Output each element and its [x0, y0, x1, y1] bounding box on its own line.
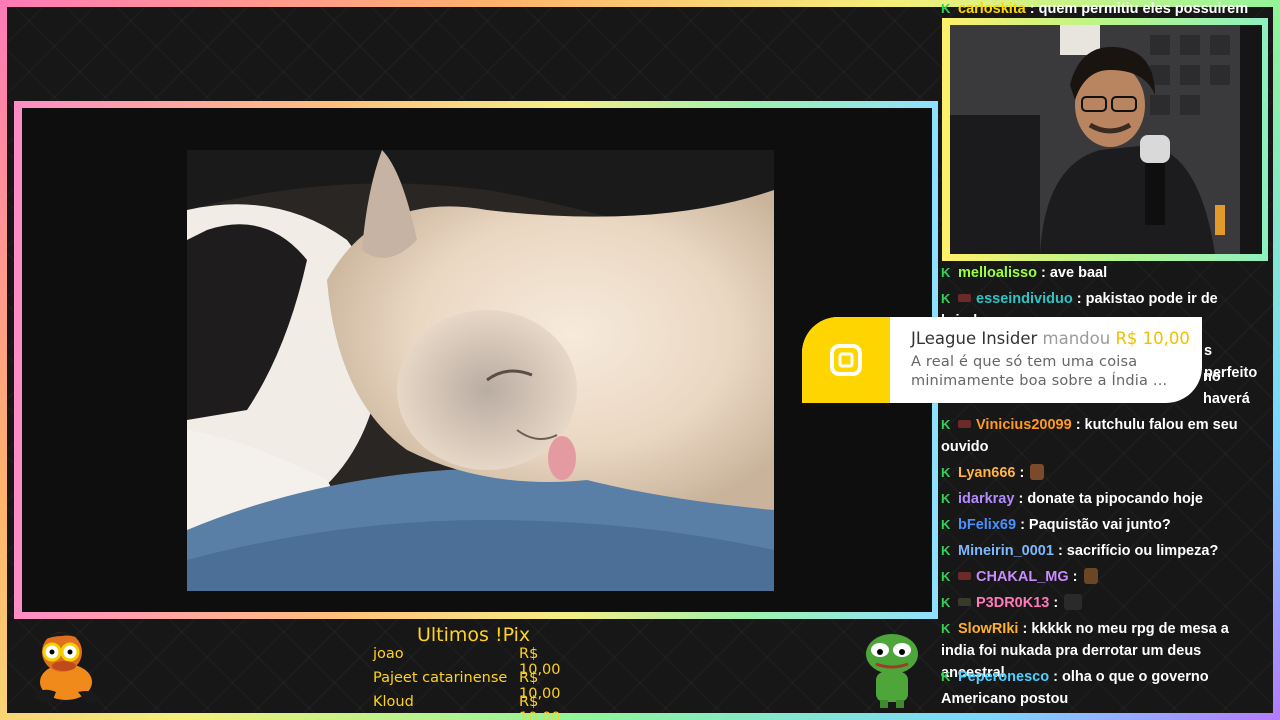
- kick-badge-icon: K: [941, 417, 951, 432]
- pix-amount: R$ 10,00: [519, 694, 561, 720]
- chat-message: KbFelix69 : Paquistão vai junto?: [941, 514, 1266, 536]
- chat-message: K Lyan666 :: [941, 462, 1266, 484]
- chat-message: Kcarloskita : quem permitiu eles possuir…: [941, 0, 1266, 20]
- donation-alert: JLeague Insider mandou R$ 10,00 A real é…: [802, 317, 1202, 403]
- kick-badge-icon: K: [941, 291, 951, 306]
- chat-username[interactable]: Lyan666: [958, 465, 1016, 481]
- chat-text: :: [1053, 595, 1059, 611]
- chat-username[interactable]: P3DR0K13: [976, 595, 1049, 611]
- pix-donor-name: Pajeet catarinense: [373, 670, 508, 686]
- pix-row: joao R$ 10,00: [373, 646, 583, 678]
- kick-badge-icon: K: [941, 491, 951, 506]
- kick-badge-icon: K: [941, 543, 951, 558]
- subscriber-badge-icon: [958, 598, 971, 606]
- chat-message: K Peperonesco : olha o que o governo Amer…: [941, 666, 1266, 710]
- chat-message: K P3DR0K13 :: [941, 592, 1266, 614]
- alert-verb: mandou: [1042, 329, 1111, 348]
- emote-icon: [1030, 464, 1045, 480]
- alert-donor: JLeague Insider: [911, 329, 1038, 348]
- pix-row: Pajeet catarinense R$ 10,00: [373, 670, 583, 702]
- emote-icon: [1083, 568, 1098, 584]
- chat-message: Kmelloalisso : ave baal: [941, 262, 1266, 284]
- kick-badge-icon: K: [941, 465, 951, 480]
- alert-amount: R$ 10,00: [1115, 329, 1190, 348]
- chat-username[interactable]: bFelix69: [958, 517, 1016, 533]
- pix-donor-name: Kloud: [373, 694, 414, 710]
- kick-badge-icon: K: [941, 669, 951, 684]
- chat-username[interactable]: Peperonesco: [958, 669, 1049, 685]
- pix-logo-icon: [802, 317, 890, 403]
- chat-text: : sacrifício ou limpeza?: [1057, 543, 1219, 559]
- chat-username[interactable]: carloskita: [958, 1, 1026, 17]
- chat-username[interactable]: Mineirin_0001: [958, 543, 1054, 559]
- chat-text: :: [1019, 465, 1025, 481]
- chat-message: Kidarkray : donate ta pipocando hoje: [941, 488, 1266, 510]
- chat-username[interactable]: CHAKAL_MG: [976, 569, 1069, 585]
- chat-username[interactable]: melloalisso: [958, 265, 1037, 281]
- kick-badge-icon: K: [941, 595, 951, 610]
- pepe-frog-mascot-icon: [862, 630, 922, 710]
- pix-donor-name: joao: [373, 646, 404, 662]
- chat-username[interactable]: idarkray: [958, 491, 1014, 507]
- chat-username[interactable]: SlowRIki: [958, 621, 1018, 637]
- chat-text: : quem permitiu eles possuirem: [1029, 1, 1249, 17]
- kick-badge-icon: K: [941, 569, 951, 584]
- chat-message: K Vinicius20099 : kutchulu falou em seu o…: [941, 414, 1266, 458]
- chat-username[interactable]: Vinicius20099: [976, 417, 1072, 433]
- chat-text: : ave baal: [1041, 265, 1108, 281]
- chat-text: : Paquistão vai junto?: [1020, 517, 1171, 533]
- subscriber-badge-icon: [958, 420, 971, 428]
- chat-text: :: [1072, 569, 1078, 585]
- chat-message: K Mineirin_0001 : sacrifício ou limpeza?: [941, 540, 1266, 562]
- chat-message: K CHAKAL_MG :: [941, 566, 1266, 588]
- kick-badge-icon: K: [941, 1, 951, 16]
- sleeping-cats-photo: [187, 150, 774, 591]
- pix-row: Kloud R$ 10,00: [373, 694, 583, 720]
- chat-username[interactable]: esseindividuo: [976, 291, 1073, 307]
- subscriber-badge-icon: [958, 572, 971, 580]
- alert-title: JLeague Insider mandou R$ 10,00: [911, 329, 1190, 348]
- subscriber-badge-icon: [958, 294, 971, 302]
- chat-text: : donate ta pipocando hoje: [1018, 491, 1203, 507]
- pix-list-title: Ultimos !Pix: [417, 624, 531, 646]
- running-character-mascot-icon: [22, 626, 108, 708]
- kick-badge-icon: K: [941, 621, 951, 636]
- chat-message-partial: no haverá: [1203, 366, 1266, 410]
- kick-badge-icon: K: [941, 517, 951, 532]
- emote-icon: [1064, 594, 1083, 610]
- kick-badge-icon: K: [941, 265, 951, 280]
- alert-message: A real é que só tem uma coisa minimament…: [911, 354, 1168, 389]
- chat-text: no haverá: [1203, 369, 1250, 407]
